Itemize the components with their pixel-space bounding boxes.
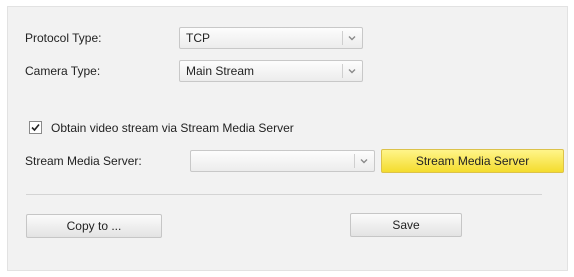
stream-media-server-label: Stream Media Server: [25,154,142,168]
dropdown-separator [342,64,343,78]
stream-media-checkbox-label: Obtain video stream via Stream Media Ser… [51,121,294,135]
stream-media-server-button[interactable]: Stream Media Server [381,149,564,173]
save-button[interactable]: Save [350,213,462,237]
protocol-type-label: Protocol Type: [25,31,102,45]
protocol-type-value: TCP [186,31,210,45]
camera-type-select[interactable]: Main Stream [179,60,363,82]
dropdown-separator [354,154,355,168]
checkmark-icon [31,123,40,132]
chevron-down-icon [360,159,368,164]
copy-to-button[interactable]: Copy to ... [26,214,162,238]
camera-type-value: Main Stream [186,64,255,78]
dropdown-separator [342,31,343,45]
camera-type-label: Camera Type: [25,64,101,78]
protocol-type-select[interactable]: TCP [179,27,363,49]
chevron-down-icon [348,69,356,74]
divider [26,194,542,195]
stream-media-server-select[interactable] [190,150,375,172]
chevron-down-icon [348,36,356,41]
stream-media-checkbox[interactable] [29,121,42,134]
